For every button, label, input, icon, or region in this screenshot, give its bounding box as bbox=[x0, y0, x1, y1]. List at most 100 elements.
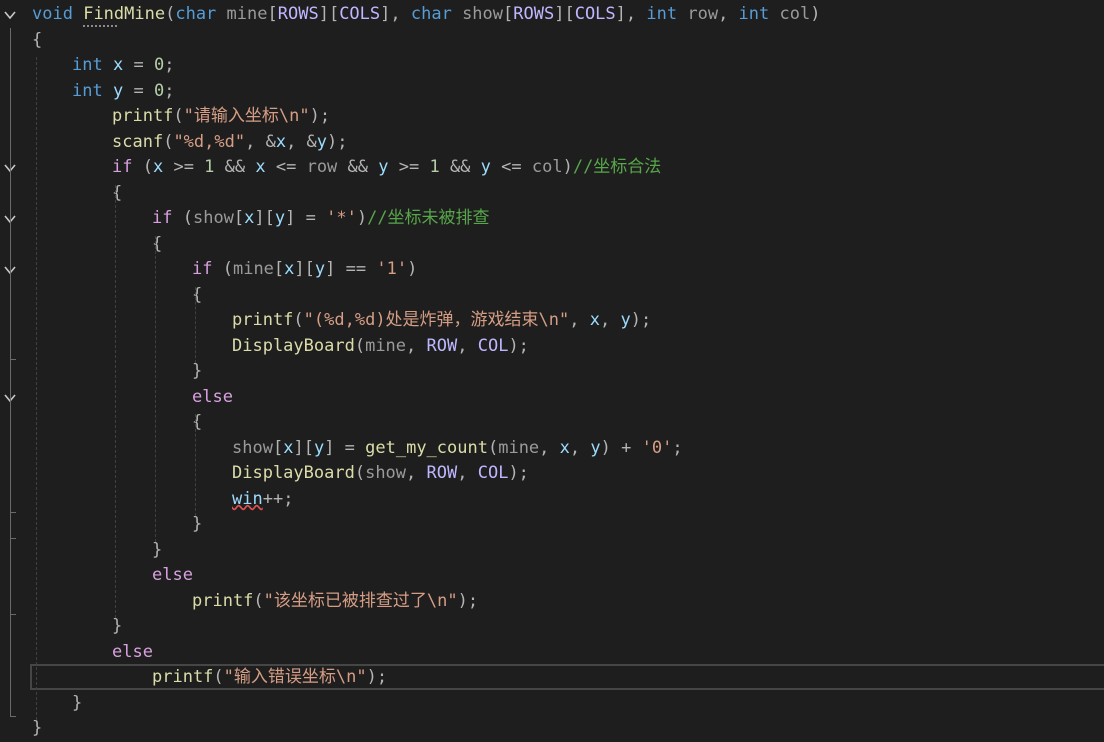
token: ROW bbox=[426, 463, 458, 483]
token: col bbox=[779, 4, 811, 24]
token: [ bbox=[503, 4, 514, 24]
fold-region-end bbox=[10, 614, 16, 615]
token: , bbox=[718, 4, 739, 24]
indent-guide bbox=[115, 184, 116, 618]
token: ) bbox=[810, 4, 821, 24]
fold-chevron-icon[interactable] bbox=[3, 8, 17, 22]
token: { bbox=[112, 182, 123, 203]
code-line[interactable]: printf("输入错误坐标\n"); bbox=[0, 665, 1104, 691]
token: && bbox=[439, 157, 481, 177]
token: '1' bbox=[376, 259, 408, 279]
token: ] = bbox=[324, 437, 366, 458]
code-line[interactable]: { bbox=[0, 181, 1104, 207]
token: { bbox=[152, 233, 163, 254]
code-line[interactable]: { bbox=[0, 232, 1104, 258]
token: { bbox=[32, 29, 43, 50]
code-text: { bbox=[32, 28, 42, 54]
code-line[interactable]: win++; bbox=[0, 487, 1104, 513]
code-line[interactable]: printf("请输入坐标\n"); bbox=[0, 104, 1104, 130]
code-text: } bbox=[192, 512, 202, 538]
code-line[interactable]: } bbox=[0, 512, 1104, 538]
code-text: if (x >= 1 && x <= row && y >= 1 && y <=… bbox=[112, 155, 661, 181]
code-line[interactable]: } bbox=[0, 359, 1104, 385]
code-line[interactable]: { bbox=[0, 410, 1104, 436]
code-line[interactable]: else bbox=[0, 640, 1104, 666]
code-text: if (mine[x][y] == '1') bbox=[192, 257, 417, 283]
token: y bbox=[112, 80, 124, 101]
token: 0 bbox=[153, 55, 165, 75]
code-line[interactable]: } bbox=[0, 716, 1104, 742]
token: else bbox=[112, 641, 153, 662]
code-line[interactable]: scanf("%d,%d", &x, &y); bbox=[0, 130, 1104, 156]
token: show bbox=[365, 463, 407, 483]
code-editor[interactable]: void FindMine (char mine[ROWS][COLS], cha… bbox=[0, 0, 1104, 741]
token: ] == bbox=[325, 259, 377, 279]
code-line[interactable]: } bbox=[0, 691, 1104, 717]
token: '0' bbox=[641, 437, 673, 458]
code-text: printf("请输入坐标\n"); bbox=[112, 104, 330, 130]
code-line[interactable]: show[x][y] = get_my_count(mine, x, y) + … bbox=[0, 436, 1104, 462]
token: , bbox=[600, 310, 621, 330]
token: "请输入坐标\n" bbox=[183, 106, 310, 126]
token: >= bbox=[388, 157, 430, 177]
code-line[interactable]: } bbox=[0, 538, 1104, 564]
token: //坐标合法 bbox=[572, 157, 662, 177]
token: ); bbox=[508, 463, 529, 483]
code-line[interactable]: DisplayBoard(mine, ROW, COL); bbox=[0, 334, 1104, 360]
token: get_my_count bbox=[365, 437, 488, 458]
token: = bbox=[123, 55, 154, 75]
token: , bbox=[457, 335, 478, 356]
token: ( bbox=[163, 131, 174, 152]
token: ROWS bbox=[277, 4, 319, 24]
token: } bbox=[32, 718, 43, 738]
code-line[interactable]: { bbox=[0, 28, 1104, 54]
code-text: { bbox=[192, 283, 202, 309]
code-line[interactable]: void FindMine (char mine[ROWS][COLS], cha… bbox=[0, 2, 1104, 28]
token: ][ bbox=[294, 259, 315, 279]
token: COLS bbox=[574, 4, 616, 24]
fold-region-end bbox=[10, 512, 16, 513]
token: ( bbox=[172, 208, 193, 228]
token: mine bbox=[365, 335, 407, 356]
code-line[interactable]: printf("(%d,%d)处是炸弹，游戏结束\n", x, y); bbox=[0, 308, 1104, 334]
token: printf bbox=[232, 310, 294, 330]
token: } bbox=[72, 692, 83, 713]
token: y bbox=[620, 310, 631, 330]
code-line[interactable]: if (mine[x][y] == '1') bbox=[0, 257, 1104, 283]
token: , bbox=[406, 335, 427, 356]
indent-guide bbox=[195, 286, 196, 363]
token: x bbox=[284, 259, 295, 279]
token: , bbox=[457, 463, 478, 483]
code-line[interactable]: else bbox=[0, 385, 1104, 411]
token: x bbox=[275, 131, 287, 152]
indent-guide bbox=[155, 235, 156, 542]
token: COLS bbox=[339, 4, 381, 24]
token: ][ bbox=[254, 208, 275, 228]
token: [ bbox=[267, 4, 278, 24]
token: int bbox=[72, 55, 103, 75]
code-line[interactable]: int x = 0; bbox=[0, 53, 1104, 79]
code-text: else bbox=[112, 640, 153, 666]
code-line[interactable]: printf("该坐标已被排查过了\n"); bbox=[0, 589, 1104, 615]
code-line[interactable]: int y = 0; bbox=[0, 79, 1104, 105]
token: x bbox=[559, 437, 570, 458]
code-line[interactable]: } bbox=[0, 614, 1104, 640]
token: ) bbox=[407, 259, 418, 279]
code-line[interactable]: if (show[x][y] = '*')//坐标未被排查 bbox=[0, 206, 1104, 232]
token: ); bbox=[366, 667, 388, 687]
token: ][ bbox=[318, 4, 340, 24]
token: ( bbox=[253, 590, 264, 611]
token: COL bbox=[477, 463, 509, 483]
token: , bbox=[406, 463, 427, 483]
token: y bbox=[313, 437, 325, 458]
token: } bbox=[112, 616, 123, 636]
code-line[interactable]: else bbox=[0, 563, 1104, 589]
token: x bbox=[255, 157, 266, 177]
token: '*' bbox=[326, 208, 357, 228]
code-line[interactable]: if (x >= 1 && x <= row && y >= 1 && y <=… bbox=[0, 155, 1104, 181]
code-line[interactable]: DisplayBoard(show, ROW, COL); bbox=[0, 461, 1104, 487]
token: [ bbox=[233, 208, 245, 228]
code-line[interactable]: { bbox=[0, 283, 1104, 309]
code-text: show[x][y] = get_my_count(mine, x, y) + … bbox=[232, 436, 683, 462]
token: ][ bbox=[293, 437, 314, 458]
